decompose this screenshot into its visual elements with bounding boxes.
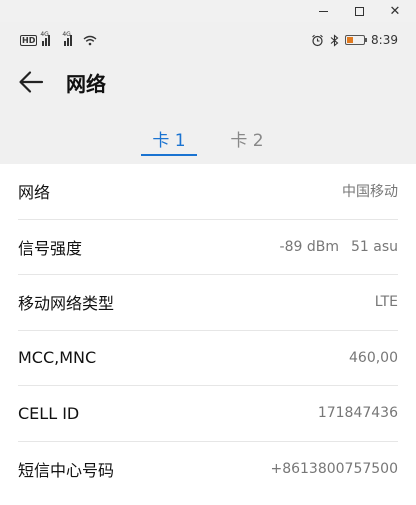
list-item-network-type: 移动网络类型 LTE — [18, 275, 398, 331]
row-value: LTE — [374, 294, 398, 311]
tab-sim2[interactable]: 卡 2 — [219, 118, 275, 164]
list-item-cell-id: CELL ID 171847436 — [18, 386, 398, 442]
sim-tabs: 卡 1 卡 2 — [0, 118, 416, 164]
network-info-list: 网络 中国移动 信号强度 -89 dBm 51 asu 移动网络类型 LTE MC… — [0, 164, 416, 505]
tab-sim1[interactable]: 卡 1 — [141, 118, 197, 164]
window-title-bar: ✕ — [0, 0, 416, 22]
status-bar: HD 4G 4G 8:39 — [0, 28, 416, 52]
bluetooth-icon — [330, 33, 339, 47]
alarm-icon — [312, 34, 323, 46]
row-label: 短信中心号码 — [18, 461, 115, 481]
row-label: 网络 — [18, 183, 51, 203]
hd-badge: HD — [20, 34, 38, 46]
list-item-sms-center: 短信中心号码 +8613800757500 — [18, 442, 398, 498]
signal-sim2-icon: 4G — [62, 31, 75, 46]
row-value: 460,00 — [349, 349, 398, 366]
minimize-icon — [318, 10, 328, 12]
battery-icon — [345, 35, 368, 45]
app-header: 网络 — [0, 52, 416, 112]
list-item-network: 网络 中国移动 — [18, 164, 398, 220]
minimize-button[interactable] — [316, 4, 330, 18]
close-icon: ✕ — [389, 3, 401, 19]
page-title: 网络 — [66, 71, 106, 96]
list-item-mcc-mnc: MCC,MNC 460,00 — [18, 331, 398, 386]
signal-dbm: -89 dBm — [279, 238, 339, 255]
row-label: CELL ID — [18, 403, 80, 423]
list-item-signal-strength: 信号强度 -89 dBm 51 asu — [18, 220, 398, 275]
row-label: 移动网络类型 — [18, 294, 115, 314]
maximize-icon — [354, 6, 364, 16]
signal-asu: 51 asu — [350, 238, 398, 255]
row-label: MCC,MNC — [18, 348, 97, 368]
row-value: 中国移动 — [342, 184, 398, 201]
signal-sim1-icon: 4G — [40, 31, 53, 46]
row-value: 171847436 — [317, 405, 398, 422]
status-time: 8:39 — [371, 33, 398, 47]
row-value: +8613800757500 — [270, 461, 398, 478]
wifi-icon — [83, 35, 97, 45]
close-button[interactable]: ✕ — [388, 3, 402, 19]
row-label: 信号强度 — [18, 238, 83, 258]
maximize-button[interactable] — [352, 4, 366, 18]
row-value: -89 dBm 51 asu — [280, 239, 398, 255]
back-arrow-icon[interactable] — [18, 70, 44, 94]
